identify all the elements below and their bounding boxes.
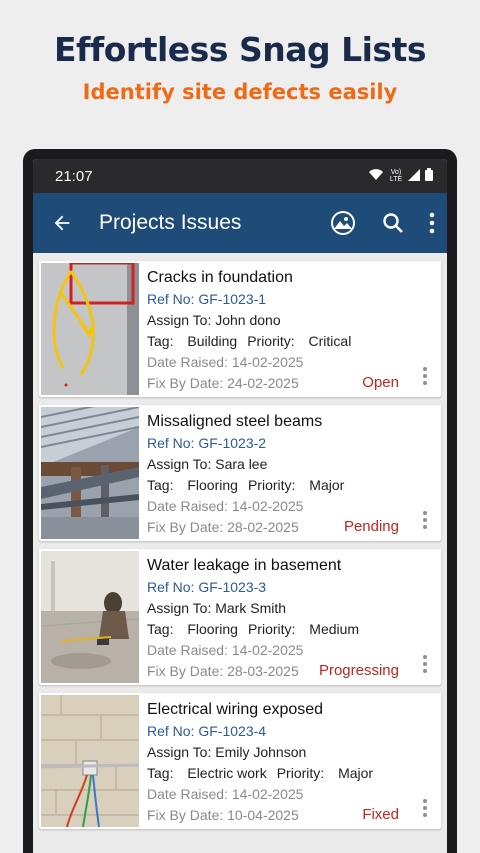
- priority-value: Critical: [308, 333, 352, 349]
- assignee: Sara lee: [215, 456, 268, 472]
- assign-label: Assign To:: [147, 600, 216, 616]
- priority-label: Priority:: [276, 765, 329, 781]
- tag-label: Tag:: [147, 621, 178, 637]
- assignee: Emily Johnson: [215, 744, 307, 760]
- tag-label: Tag:: [147, 477, 178, 493]
- more-vertical-icon[interactable]: [423, 799, 427, 817]
- date-raised: 14-02-2025: [231, 498, 304, 514]
- date-raised: 14-02-2025: [231, 642, 304, 658]
- issues-list: Cracks in foundation Ref No: GF-1023-1 A…: [33, 253, 447, 829]
- app-bar: Projects Issues: [33, 193, 447, 253]
- priority-value: Medium: [309, 621, 360, 637]
- issue-card[interactable]: Water leakage in basement Ref No: GF-102…: [39, 549, 441, 685]
- ref-label: Ref No:: [147, 723, 199, 739]
- issue-photo-beams: [41, 407, 139, 539]
- assignee: John dono: [215, 312, 281, 328]
- date-raised-label: Date Raised:: [147, 642, 232, 658]
- network-label: Vo) LTE: [389, 169, 403, 183]
- more-vertical-icon[interactable]: [429, 212, 435, 234]
- status-icons: Vo) LTE: [368, 167, 433, 185]
- ref-number[interactable]: GF-1023-3: [198, 579, 266, 595]
- priority-value: Major: [309, 477, 345, 493]
- ref-number[interactable]: GF-1023-2: [198, 435, 266, 451]
- tag-value: Electric work: [187, 765, 267, 781]
- fix-by-label: Fix By Date:: [147, 807, 228, 823]
- ref-number[interactable]: GF-1023-1: [198, 291, 266, 307]
- status-badge: Progressing: [318, 662, 399, 679]
- fix-by-date: 10-04-2025: [227, 807, 299, 823]
- issue-title: Missaligned steel beams: [147, 413, 323, 430]
- status-badge: Fixed: [362, 806, 399, 823]
- promo-title: Effortless Snag Lists: [54, 30, 426, 69]
- ref-label: Ref No:: [147, 435, 199, 451]
- assignee: Mark Smith: [215, 600, 287, 616]
- assign-label: Assign To:: [147, 456, 216, 472]
- priority-label: Priority:: [247, 477, 300, 493]
- fix-by-label: Fix By Date:: [147, 519, 228, 535]
- priority-value: Major: [338, 765, 374, 781]
- issue-title: Electrical wiring exposed: [147, 701, 324, 718]
- date-raised-label: Date Raised:: [147, 786, 232, 802]
- more-vertical-icon[interactable]: [423, 511, 427, 529]
- tag-value: Flooring: [187, 621, 238, 637]
- tag-value: Building: [187, 333, 238, 349]
- assign-label: Assign To:: [147, 312, 216, 328]
- signal-icon: [408, 168, 420, 185]
- priority-label: Priority:: [247, 333, 299, 349]
- issue-title: Water leakage in basement: [147, 557, 342, 574]
- status-badge: Pending: [343, 518, 399, 535]
- page-title: Projects Issues: [99, 211, 242, 234]
- wifi-icon: [368, 168, 384, 185]
- gallery-icon[interactable]: [329, 209, 357, 237]
- date-raised-label: Date Raised:: [147, 354, 232, 370]
- more-vertical-icon[interactable]: [423, 367, 427, 385]
- battery-icon: [425, 167, 433, 185]
- promo-subtitle: Identify site defects easily: [82, 80, 398, 104]
- tag-label: Tag:: [147, 765, 178, 781]
- status-time: 21:07: [55, 167, 93, 185]
- status-bar: 21:07 Vo) LTE: [33, 159, 447, 193]
- ref-label: Ref No:: [147, 291, 199, 307]
- more-vertical-icon[interactable]: [423, 655, 427, 673]
- fix-by-label: Fix By Date:: [147, 375, 228, 391]
- fix-by-label: Fix By Date:: [147, 663, 228, 679]
- issue-photo-crack: [41, 263, 139, 395]
- ref-number[interactable]: GF-1023-4: [198, 723, 266, 739]
- assign-label: Assign To:: [147, 744, 216, 760]
- tag-label: Tag:: [147, 333, 178, 349]
- device-frame: 21:07 Vo) LTE Projects Issues Cracks in …: [23, 149, 457, 853]
- fix-by-date: 28-03-2025: [227, 663, 299, 679]
- issue-card[interactable]: Missaligned steel beams Ref No: GF-1023-…: [39, 405, 441, 541]
- priority-label: Priority:: [247, 621, 300, 637]
- app-screen: 21:07 Vo) LTE Projects Issues Cracks in …: [33, 159, 447, 853]
- ref-label: Ref No:: [147, 579, 199, 595]
- issue-card[interactable]: Cracks in foundation Ref No: GF-1023-1 A…: [39, 261, 441, 397]
- issue-photo-wiring: [41, 695, 139, 827]
- date-raised: 14-02-2025: [231, 786, 304, 802]
- fix-by-date: 28-02-2025: [227, 519, 299, 535]
- fix-by-date: 24-02-2025: [227, 375, 299, 391]
- date-raised: 14-02-2025: [231, 354, 304, 370]
- status-badge: Open: [362, 374, 399, 391]
- tag-value: Flooring: [187, 477, 238, 493]
- issue-photo-leak: [41, 551, 139, 683]
- date-raised-label: Date Raised:: [147, 498, 232, 514]
- search-icon[interactable]: [381, 211, 405, 235]
- issue-card[interactable]: Electrical wiring exposed Ref No: GF-102…: [39, 693, 441, 829]
- arrow-left-icon[interactable]: [51, 212, 73, 234]
- issue-title: Cracks in foundation: [147, 269, 293, 286]
